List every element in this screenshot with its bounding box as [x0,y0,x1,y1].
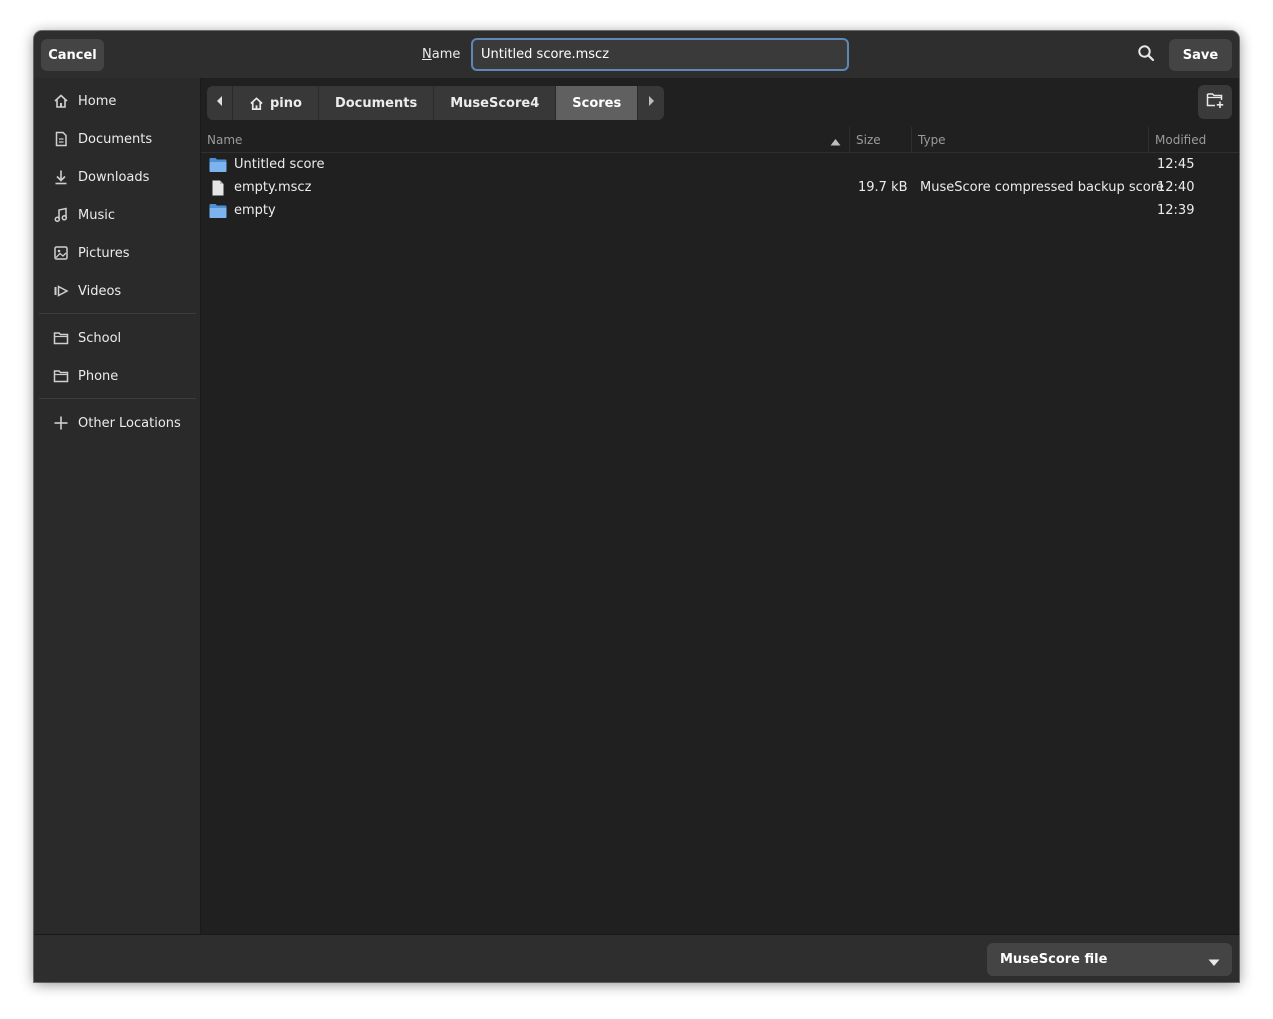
crumb-musescore4[interactable]: MuseScore4 [434,86,557,120]
footer-bar: MuseScore file [34,934,1239,982]
music-icon [52,206,70,224]
places-sidebar: Home Documents Downloads Music Pictures … [34,78,201,934]
file-row[interactable]: empty.mscz 19.7 kB MuseScore compressed … [201,176,1239,199]
file-modified-cell: 12:45 [1157,157,1195,172]
sidebar-separator [39,398,196,399]
column-header-size[interactable]: Size [850,127,912,152]
file-modified-cell: 12:40 [1157,180,1195,195]
column-header-modified[interactable]: Modified [1149,127,1239,152]
chevron-left-icon [215,95,225,111]
document-icon [52,130,70,148]
sidebar-item-phone[interactable]: Phone [34,358,200,394]
file-type-cell: MuseScore compressed backup score [920,180,1164,195]
sidebar-item-label: School [78,330,122,346]
sidebar-item-label: Videos [78,283,122,299]
home-icon [52,92,70,110]
sidebar-item-label: Pictures [78,245,130,261]
file-row[interactable]: empty 12:39 [201,199,1239,222]
chevron-right-icon [646,95,656,111]
sidebar-separator [39,313,196,314]
column-header-name[interactable]: Name [201,127,850,152]
search-icon [1137,44,1155,66]
folder-icon [209,157,227,173]
folder-icon [209,203,227,219]
filename-input[interactable]: Untitled score.mscz [471,38,849,71]
sidebar-item-label: Downloads [78,169,150,185]
sidebar-item-label: Documents [78,131,153,147]
sidebar-item-label: Phone [78,368,119,384]
save-button[interactable]: Save [1169,39,1232,71]
crumb-documents[interactable]: Documents [319,86,435,120]
sidebar-item-downloads[interactable]: Downloads [34,159,200,195]
path-forward-button[interactable] [638,86,664,120]
crumb-pino[interactable]: pino [233,86,319,120]
video-icon [52,282,70,300]
sidebar-item-videos[interactable]: Videos [34,273,200,309]
crumb-scores[interactable]: Scores [556,86,639,120]
file-row[interactable]: Untitled score 12:45 [201,153,1239,176]
filename-value: Untitled score.mscz [481,47,610,62]
new-folder-button[interactable] [1198,85,1232,119]
file-name-cell: empty [209,199,276,222]
name-label: Name [422,47,461,62]
folder-icon [52,367,70,385]
picture-icon [52,244,70,262]
sidebar-item-label: Other Locations [78,415,181,431]
file-icon [209,180,227,196]
folder-icon [52,329,70,347]
header-bar: Cancel Name Untitled score.mscz Save [34,31,1239,78]
filter-selected-label: MuseScore file [1000,952,1108,967]
file-name-cell: empty.mscz [209,176,311,199]
sidebar-item-music[interactable]: Music [34,197,200,233]
file-save-dialog: Cancel Name Untitled score.mscz Save Hom… [34,31,1239,982]
sidebar-item-home[interactable]: Home [34,83,200,119]
new-folder-icon [1206,91,1224,113]
chevron-down-icon [1208,956,1220,971]
file-size-cell: 19.7 kB [858,180,908,195]
download-icon [52,168,70,186]
file-modified-cell: 12:39 [1157,203,1195,218]
sidebar-item-school[interactable]: School [34,320,200,356]
search-button[interactable] [1130,39,1162,71]
sidebar-item-label: Music [78,207,115,223]
sidebar-item-other-locations[interactable]: Other Locations [34,405,200,441]
file-type-filter-dropdown[interactable]: MuseScore file [987,943,1232,976]
sidebar-item-pictures[interactable]: Pictures [34,235,200,271]
home-icon [249,96,264,111]
file-list: Name Size Type Modified Untitled score 1… [201,127,1239,934]
column-header-type[interactable]: Type [912,127,1149,152]
sidebar-item-documents[interactable]: Documents [34,121,200,157]
sort-ascending-icon [830,135,841,149]
file-name-cell: Untitled score [209,153,325,176]
cancel-button[interactable]: Cancel [41,39,104,71]
path-bar: pino Documents MuseScore4 Scores [207,86,665,120]
plus-icon [52,414,70,432]
sidebar-item-label: Home [78,93,117,109]
crumb-label: pino [270,95,302,111]
path-back-button[interactable] [207,86,233,120]
